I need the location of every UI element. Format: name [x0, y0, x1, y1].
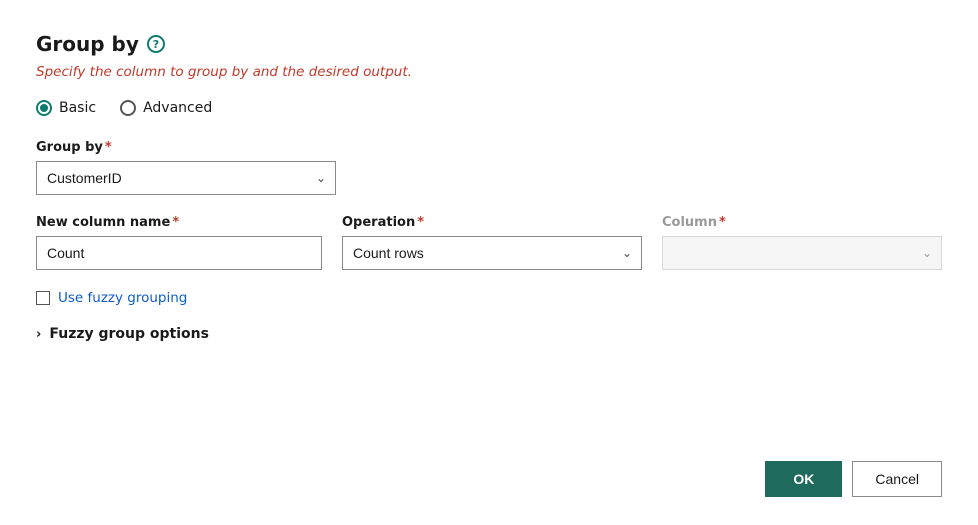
fuzzy-group-chevron-icon: ›	[36, 327, 41, 342]
operation-select-wrapper: Count rows ⌄	[342, 236, 642, 270]
column-section: Column * ⌄	[662, 215, 942, 270]
group-by-required: *	[105, 140, 112, 155]
radio-basic-circle[interactable]	[36, 100, 52, 116]
help-icon[interactable]: ?	[147, 35, 165, 53]
radio-basic[interactable]: Basic	[36, 100, 96, 116]
radio-advanced-label: Advanced	[143, 100, 212, 116]
column-select-wrapper: ⌄	[662, 236, 942, 270]
fuzzy-grouping-row[interactable]: Use fuzzy grouping	[36, 290, 942, 306]
group-by-dialog: Group by ? Specify the column to group b…	[0, 0, 978, 525]
title-row: Group by ?	[36, 32, 942, 56]
ok-button[interactable]: OK	[765, 461, 842, 497]
operation-section: Operation * Count rows ⌄	[342, 215, 642, 270]
group-by-section: Group by * CustomerID ⌄	[36, 140, 942, 195]
operation-label: Operation *	[342, 215, 642, 230]
radio-advanced[interactable]: Advanced	[120, 100, 212, 116]
operation-required: *	[417, 215, 424, 230]
fuzzy-grouping-checkbox[interactable]	[36, 291, 50, 305]
column-select	[662, 236, 942, 270]
new-column-name-section: New column name *	[36, 215, 322, 270]
fuzzy-group-options-row[interactable]: › Fuzzy group options	[36, 326, 942, 342]
group-by-select[interactable]: CustomerID	[36, 161, 336, 195]
radio-advanced-circle[interactable]	[120, 100, 136, 116]
column-required: *	[719, 215, 726, 230]
radio-group: Basic Advanced	[36, 100, 942, 116]
new-column-name-label: New column name *	[36, 215, 322, 230]
operation-select[interactable]: Count rows	[342, 236, 642, 270]
fuzzy-group-options-label: Fuzzy group options	[49, 326, 209, 342]
dialog-footer: OK Cancel	[36, 441, 942, 497]
dialog-subtitle: Specify the column to group by and the d…	[36, 64, 942, 80]
new-column-name-input[interactable]	[36, 236, 322, 270]
dialog-title: Group by	[36, 32, 139, 56]
radio-basic-label: Basic	[59, 100, 96, 116]
column-label: Column *	[662, 215, 942, 230]
group-by-select-wrapper: CustomerID ⌄	[36, 161, 336, 195]
group-by-label: Group by *	[36, 140, 942, 155]
row-fields: New column name * Operation * Count rows…	[36, 215, 942, 270]
new-column-required: *	[172, 215, 179, 230]
cancel-button[interactable]: Cancel	[852, 461, 942, 497]
fuzzy-grouping-label[interactable]: Use fuzzy grouping	[58, 290, 187, 306]
